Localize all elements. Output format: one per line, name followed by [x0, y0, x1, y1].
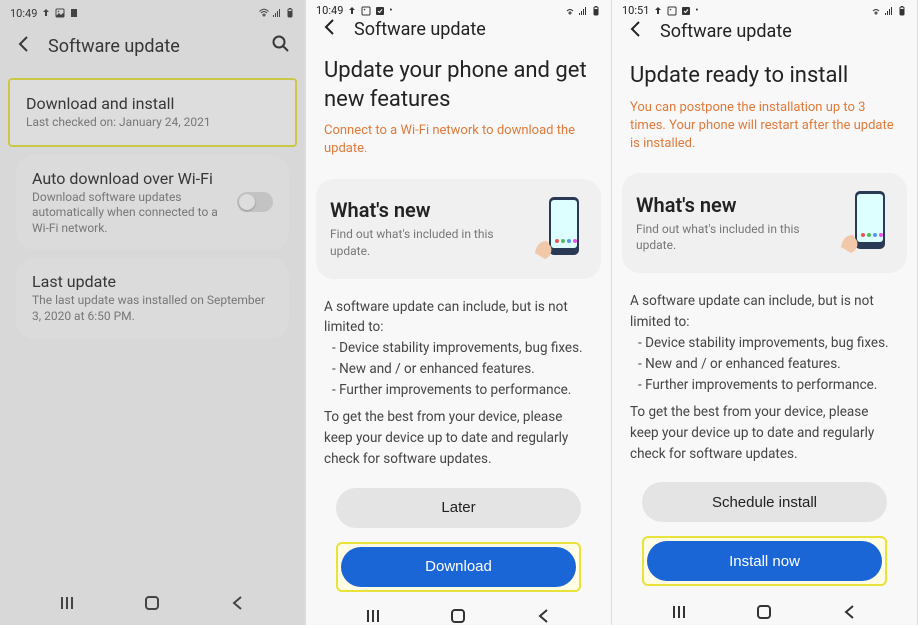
whats-new-sub: Find out what's included in this update. — [330, 226, 521, 258]
home-button[interactable] — [446, 604, 470, 628]
bullet: - New and / or enhanced features. — [324, 359, 593, 380]
item-sub: Download software updates automatically … — [32, 190, 229, 237]
whats-new-sub: Find out what's included in this update. — [636, 221, 827, 253]
download-button[interactable]: Download — [341, 547, 576, 587]
bullet: - Device stability improvements, bug fix… — [324, 338, 593, 359]
note-icon — [69, 8, 79, 18]
home-button[interactable] — [752, 600, 776, 624]
whats-new-title: What's new — [636, 193, 827, 217]
battery-icon — [285, 8, 295, 18]
later-button[interactable]: Later — [336, 488, 581, 528]
page-heading: Update your phone and get new features — [306, 41, 611, 122]
status-time: 10:49 — [10, 7, 37, 20]
image-icon — [667, 6, 677, 16]
screen-download-update: 10:49 • Software update Update your phon… — [306, 0, 612, 625]
status-bar: 10:51 • — [612, 0, 917, 17]
install-now-button[interactable]: Install now — [647, 541, 882, 581]
app-bar: Software update — [306, 17, 611, 41]
upload-icon — [347, 6, 357, 16]
body-tail: To get the best from your device, please… — [630, 402, 899, 465]
back-button[interactable] — [532, 604, 556, 628]
body-tail: To get the best from your device, please… — [324, 407, 593, 470]
battery-icon — [591, 6, 601, 16]
item-sub: Last checked on: January 24, 2021 — [26, 115, 279, 131]
bullet: - Further improvements to performance. — [324, 380, 593, 401]
signal-icon — [578, 6, 588, 16]
update-description: A software update can include, but is no… — [612, 277, 917, 472]
whats-new-card[interactable]: What's new Find out what's included in t… — [622, 173, 907, 273]
wifi-warning-text: Connect to a Wi-Fi network to download t… — [306, 122, 611, 174]
bullet: - New and / or enhanced features. — [630, 354, 899, 375]
back-icon[interactable] — [14, 34, 34, 58]
auto-download-wifi-item[interactable]: Auto download over Wi-Fi Download softwa… — [16, 155, 289, 251]
status-time: 10:49 — [316, 4, 343, 17]
auto-download-toggle[interactable] — [237, 192, 273, 212]
more-icon: • — [695, 6, 698, 16]
phone-illustration-icon — [837, 187, 893, 259]
check-icon — [681, 6, 691, 16]
back-icon[interactable] — [626, 19, 646, 43]
image-icon — [361, 6, 371, 16]
wifi-icon — [565, 6, 575, 16]
nav-bar — [0, 581, 305, 625]
more-icon: • — [389, 6, 392, 16]
item-title: Last update — [32, 272, 273, 291]
app-bar: Software update — [612, 17, 917, 46]
screen-install-update: 10:51 • Software update Update ready to … — [612, 0, 918, 625]
postpone-warning-text: You can postpone the installation up to … — [612, 99, 917, 170]
wifi-icon — [259, 8, 269, 18]
image-icon — [55, 8, 65, 18]
page-title: Software update — [354, 19, 486, 40]
page-heading: Update ready to install — [612, 46, 917, 99]
screen-software-update-list: 10:49 Software update Download and insta… — [0, 0, 306, 625]
schedule-install-button[interactable]: Schedule install — [642, 482, 887, 522]
app-bar: Software update — [0, 22, 305, 70]
signal-icon — [884, 6, 894, 16]
whats-new-card[interactable]: What's new Find out what's included in t… — [316, 179, 601, 279]
wifi-icon — [871, 6, 881, 16]
status-bar: 10:49 — [0, 0, 305, 22]
nav-bar — [306, 604, 611, 628]
nav-bar — [612, 598, 917, 625]
page-title: Software update — [48, 36, 180, 57]
body-lead: A software update can include, but is no… — [324, 297, 593, 339]
bullet: - Further improvements to performance. — [630, 375, 899, 396]
upload-icon — [41, 8, 51, 18]
download-and-install-item[interactable]: Download and install Last checked on: Ja… — [10, 80, 295, 145]
search-icon[interactable] — [271, 34, 291, 58]
item-title: Download and install — [26, 94, 279, 113]
home-button[interactable] — [140, 591, 164, 615]
check-icon — [375, 6, 385, 16]
recents-button[interactable] — [361, 604, 385, 628]
back-button[interactable] — [226, 591, 250, 615]
recents-button[interactable] — [667, 600, 691, 624]
last-update-item[interactable]: Last update The last update was installe… — [16, 258, 289, 338]
update-description: A software update can include, but is no… — [306, 283, 611, 478]
whats-new-title: What's new — [330, 198, 521, 222]
item-sub: The last update was installed on Septemb… — [32, 293, 273, 324]
body-lead: A software update can include, but is no… — [630, 291, 899, 333]
phone-illustration-icon — [531, 193, 587, 265]
bullet: - Device stability improvements, bug fix… — [630, 333, 899, 354]
status-time: 10:51 — [622, 4, 649, 17]
recents-button[interactable] — [55, 591, 79, 615]
battery-icon — [897, 6, 907, 16]
status-bar: 10:49 • — [306, 0, 611, 17]
back-button[interactable] — [838, 600, 862, 624]
signal-icon — [272, 8, 282, 18]
item-title: Auto download over Wi-Fi — [32, 169, 229, 188]
back-icon[interactable] — [320, 17, 340, 41]
page-title: Software update — [660, 21, 792, 42]
upload-icon — [653, 6, 663, 16]
